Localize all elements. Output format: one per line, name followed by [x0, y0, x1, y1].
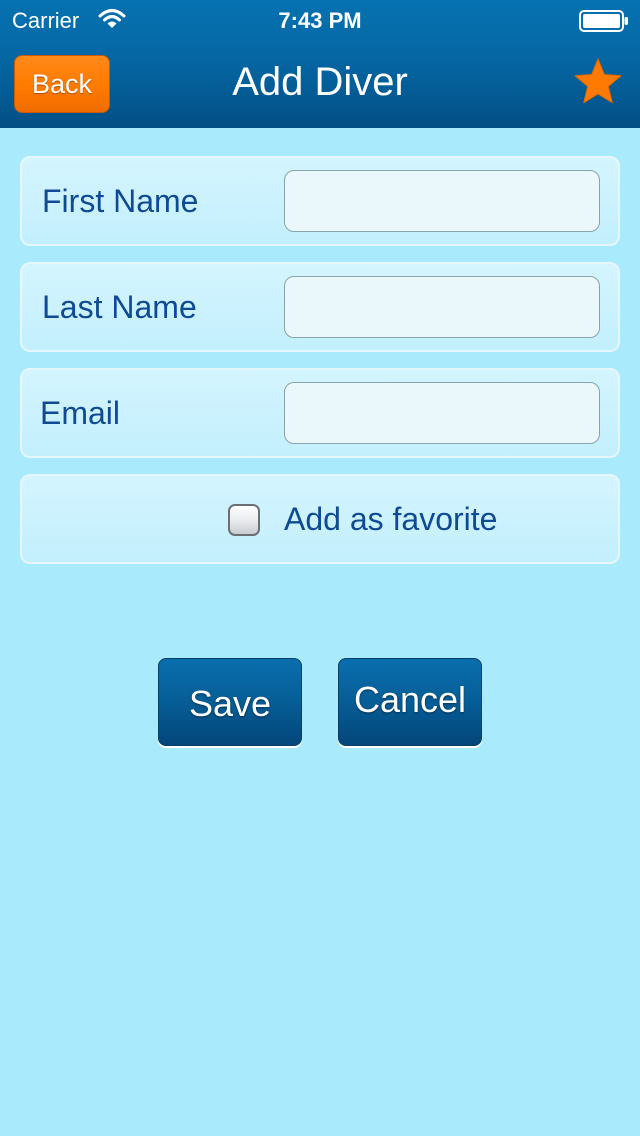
- page-title: Add Diver: [232, 60, 408, 104]
- last-name-input[interactable]: [284, 276, 600, 338]
- email-input[interactable]: [284, 382, 600, 444]
- favorite-row: Add as favorite: [20, 474, 620, 564]
- email-row: Email: [20, 368, 620, 458]
- status-bar: Carrier 7:43 PM: [0, 0, 640, 40]
- navigation-bar: Back Add Diver: [0, 40, 640, 128]
- favorite-checkbox[interactable]: [228, 504, 260, 536]
- battery-icon: [579, 10, 628, 32]
- first-name-row: First Name: [20, 156, 620, 246]
- cancel-button[interactable]: Cancel: [338, 658, 482, 746]
- email-label: Email: [40, 395, 121, 431]
- last-name-row: Last Name: [20, 262, 620, 352]
- last-name-label: Last Name: [42, 289, 197, 325]
- status-time: 7:43 PM: [278, 8, 362, 33]
- star-icon[interactable]: [572, 57, 624, 109]
- first-name-input[interactable]: [284, 170, 600, 232]
- first-name-label: First Name: [42, 183, 199, 219]
- save-button[interactable]: Save: [158, 658, 302, 746]
- favorite-label: Add as favorite: [284, 501, 498, 537]
- app-header: Carrier 7:43 PM Back Add Diver: [0, 0, 640, 128]
